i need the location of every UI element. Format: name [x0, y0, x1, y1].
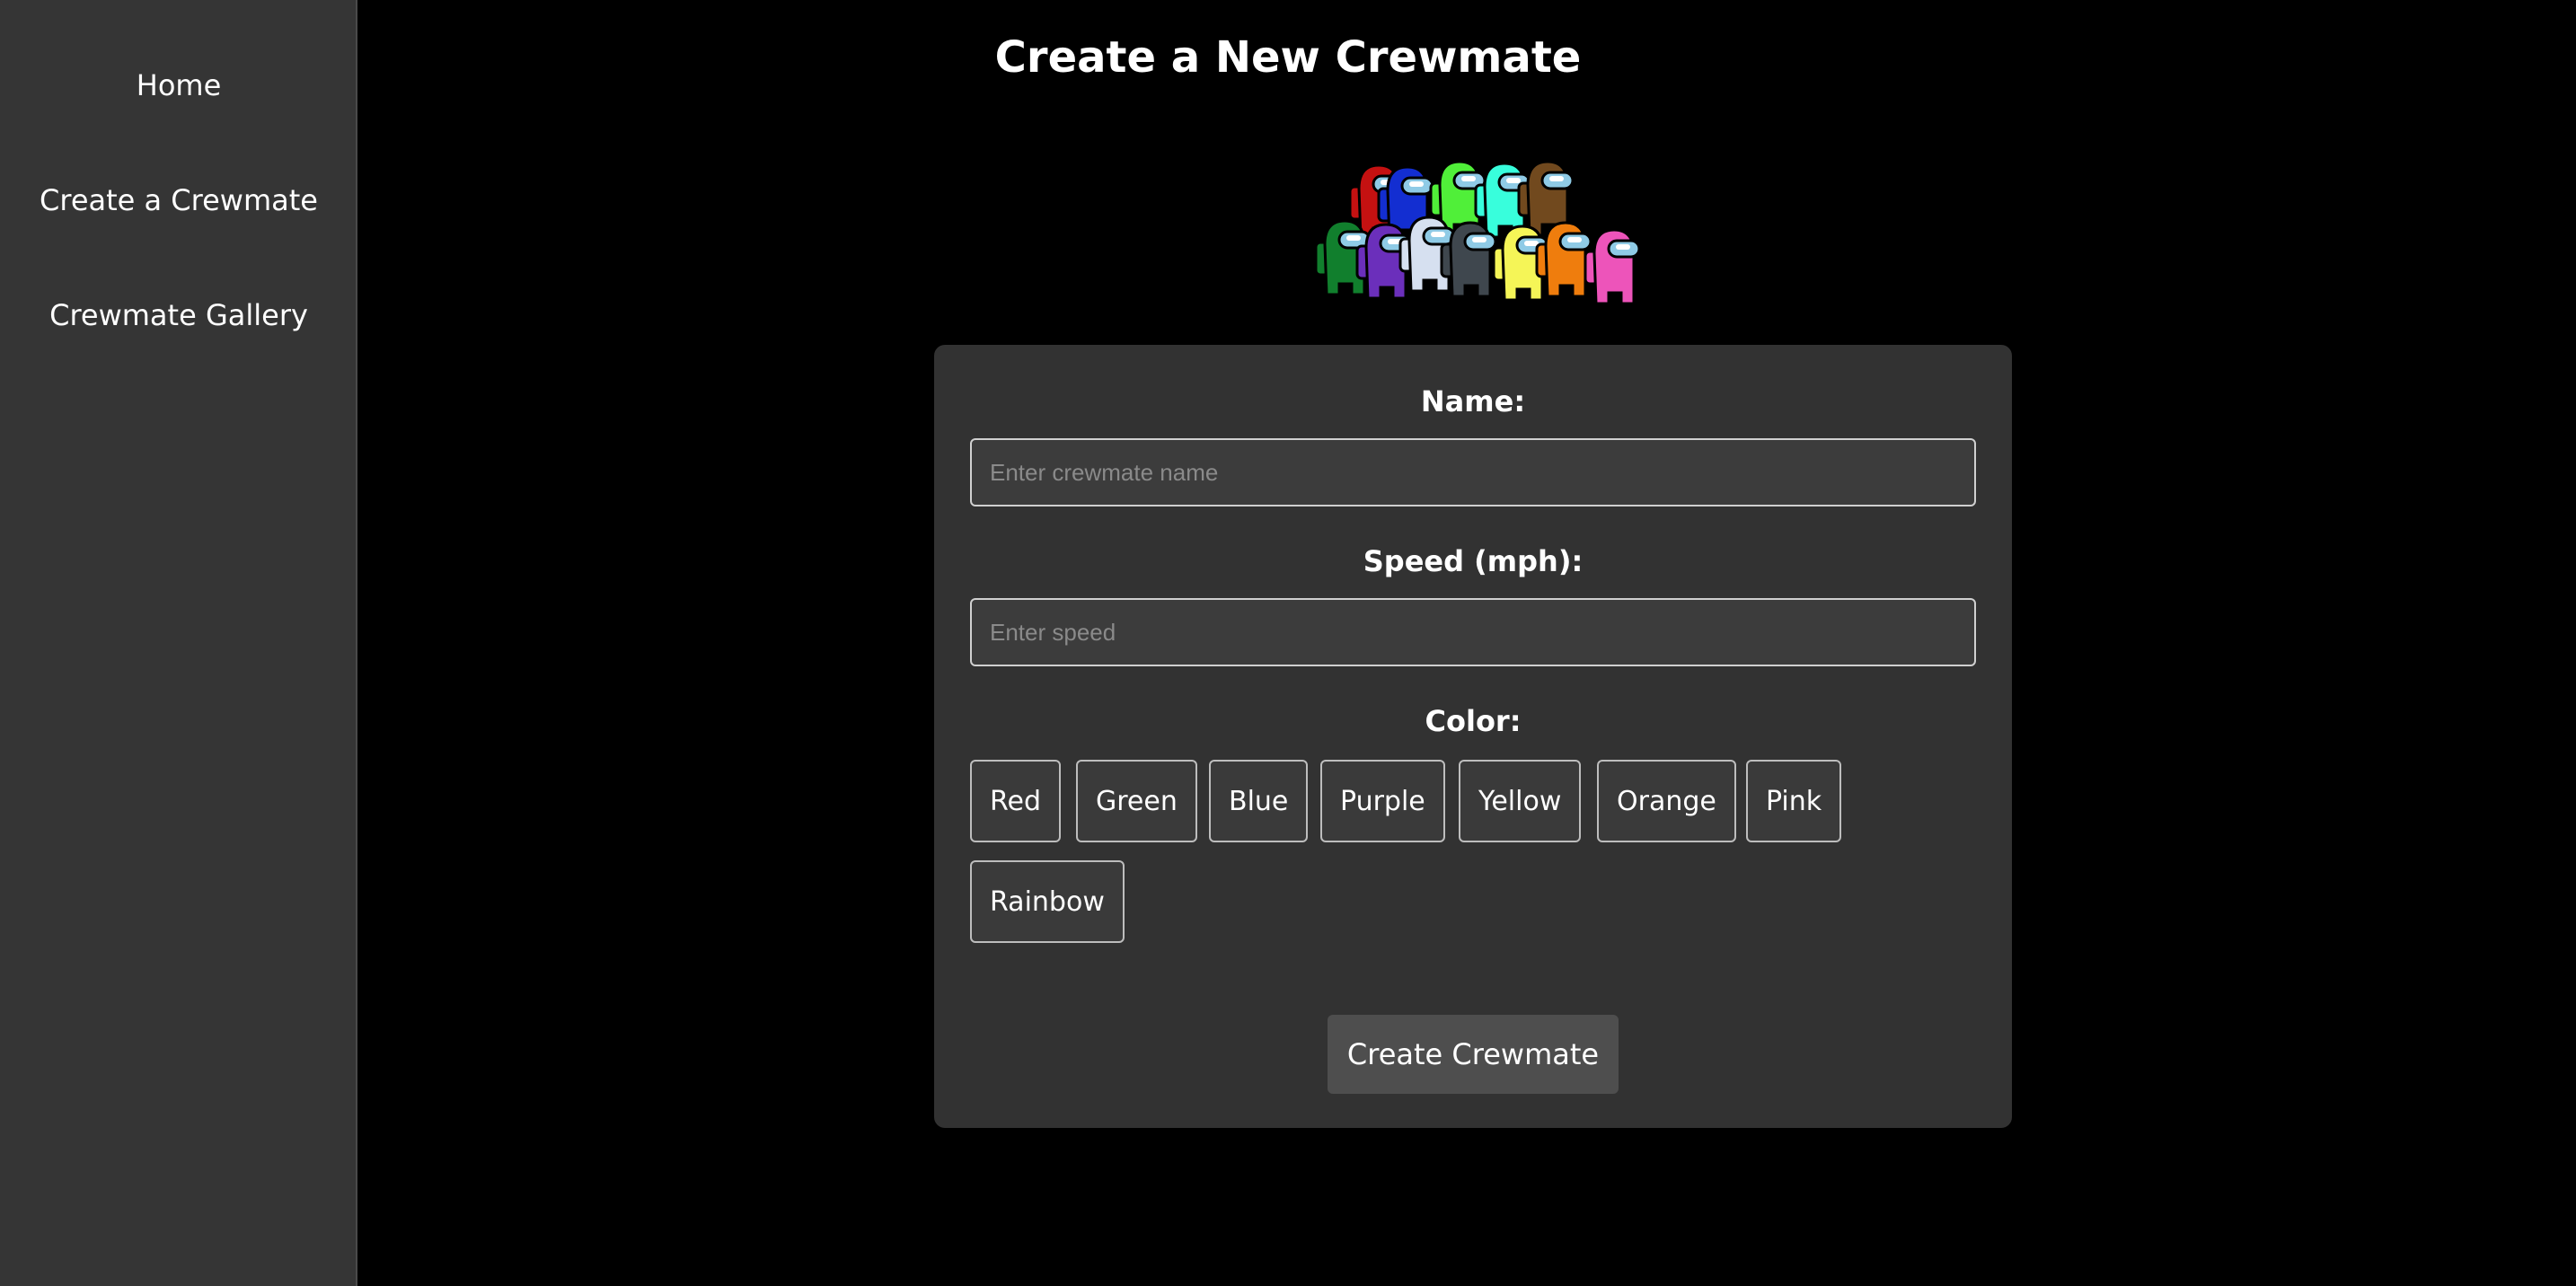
color-option-orange[interactable]: Orange — [1597, 760, 1736, 842]
color-option-rainbow[interactable]: Rainbow — [970, 860, 1125, 943]
speed-input[interactable] — [970, 598, 1976, 666]
crewmate-group-image — [1307, 154, 1639, 307]
color-option-yellow[interactable]: Yellow — [1459, 760, 1582, 842]
crewmate-figure — [1535, 221, 1592, 298]
page-title: Create a New Crewmate — [994, 32, 1582, 83]
name-input[interactable] — [970, 438, 1976, 506]
color-label: Color: — [1425, 704, 1522, 738]
crewmate-group-icon — [1314, 160, 1639, 305]
create-crewmate-button[interactable]: Create Crewmate — [1328, 1015, 1619, 1094]
sidebar-item-crewmate-gallery[interactable]: Crewmate Gallery — [0, 298, 357, 332]
color-option-blue[interactable]: Blue — [1209, 760, 1309, 842]
color-option-purple[interactable]: Purple — [1320, 760, 1445, 842]
create-crewmate-form: Name: Speed (mph): Color: Red Green Blue… — [934, 345, 2012, 1128]
sidebar: Home Create a Crewmate Crewmate Gallery — [0, 0, 357, 1286]
color-option-red[interactable]: Red — [970, 760, 1061, 842]
crewmate-figure — [1584, 228, 1639, 305]
color-option-green[interactable]: Green — [1076, 760, 1197, 842]
name-label: Name: — [1420, 384, 1526, 418]
color-option-pink[interactable]: Pink — [1746, 760, 1842, 842]
sidebar-item-create-crewmate[interactable]: Create a Crewmate — [0, 183, 357, 217]
speed-label: Speed (mph): — [1363, 544, 1584, 578]
